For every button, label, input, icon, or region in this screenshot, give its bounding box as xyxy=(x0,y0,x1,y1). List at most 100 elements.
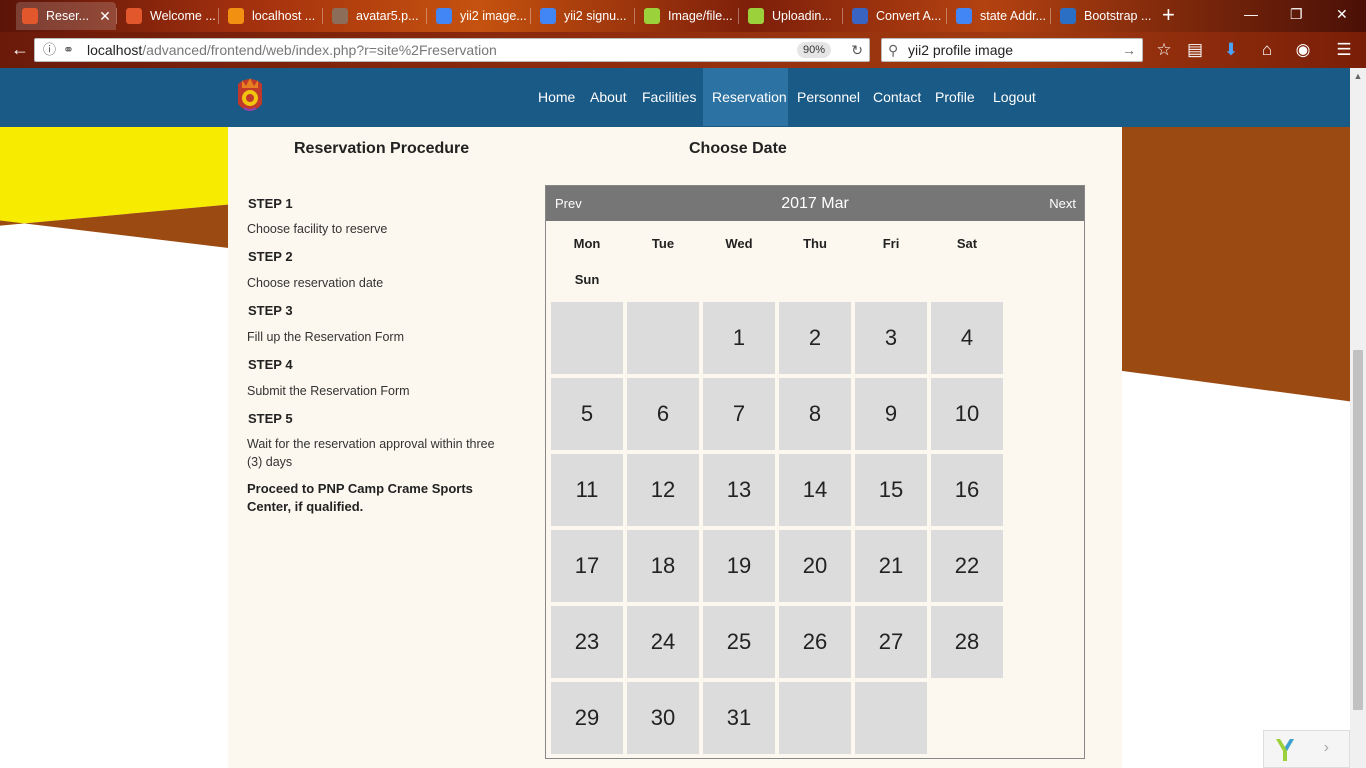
calendar-day[interactable]: 19 xyxy=(703,530,775,602)
calendar-day[interactable]: 17 xyxy=(551,530,623,602)
url-path: /advanced/frontend/web/index.php?r=site%… xyxy=(142,42,497,58)
calendar-month-title: 2017 Mar xyxy=(781,195,849,212)
calendar-day[interactable]: 14 xyxy=(779,454,851,526)
browser-tab[interactable]: yii2 signu... xyxy=(534,2,632,30)
calendar-day[interactable]: 5 xyxy=(551,378,623,450)
calendar-day[interactable]: 9 xyxy=(855,378,927,450)
browser-tab[interactable]: yii2 image... xyxy=(430,2,528,30)
calendar-day[interactable]: 25 xyxy=(703,606,775,678)
calendar-day[interactable]: 16 xyxy=(931,454,1003,526)
calendar-day[interactable]: 29 xyxy=(551,682,623,754)
search-text[interactable]: yii2 profile image xyxy=(908,39,1013,61)
pnp-logo-icon[interactable] xyxy=(234,74,266,118)
scroll-up-icon[interactable]: ▲ xyxy=(1350,68,1366,84)
address-bar[interactable]: ⓘ ⚭ localhost/advanced/frontend/web/inde… xyxy=(34,38,870,62)
nav-item-about[interactable]: About xyxy=(581,68,633,126)
new-tab-button[interactable]: + xyxy=(1162,4,1175,26)
calendar-day[interactable]: 12 xyxy=(627,454,699,526)
calendar-next-button[interactable]: Next xyxy=(1049,186,1076,221)
browser-tab[interactable]: Reser... ✕ xyxy=(16,2,116,30)
restore-icon[interactable]: ❐ xyxy=(1290,6,1303,23)
page-scrollbar[interactable]: ▲ xyxy=(1350,68,1366,768)
calendar-day[interactable]: 10 xyxy=(931,378,1003,450)
calendar-day[interactable]: 26 xyxy=(779,606,851,678)
back-arrow-icon[interactable]: ← xyxy=(7,37,33,63)
calendar-day[interactable]: 4 xyxy=(931,302,1003,374)
yii-icon xyxy=(644,8,660,24)
nav-item-profile[interactable]: Profile xyxy=(926,68,984,126)
procedure-final-note: Proceed to PNP Camp Crame Sports Center,… xyxy=(247,481,473,514)
calendar-day-empty xyxy=(855,682,927,754)
site-navbar: Home About Facilities Reservation Personnel C… xyxy=(0,68,1350,163)
url-host: localhost xyxy=(87,42,143,58)
reload-icon[interactable]: ↻ xyxy=(851,39,863,61)
bookmark-star-icon[interactable]: ☆ xyxy=(1153,39,1175,61)
calendar-day[interactable]: 18 xyxy=(627,530,699,602)
reading-list-icon[interactable]: ▤ xyxy=(1184,39,1206,61)
calendar-prev-button[interactable]: Prev xyxy=(555,186,582,221)
xampp-icon xyxy=(126,8,142,24)
nav-item-contact[interactable]: Contact xyxy=(864,68,926,126)
calendar-day[interactable]: 30 xyxy=(627,682,699,754)
calendar-header: 2017 Mar Prev Next xyxy=(546,186,1084,221)
calendar-day[interactable]: 24 xyxy=(627,606,699,678)
calendar-day[interactable]: 28 xyxy=(931,606,1003,678)
browser-tab-label: Convert A... xyxy=(876,9,942,23)
search-go-icon[interactable]: → xyxy=(1122,39,1136,61)
browser-tab[interactable]: Uploadin... xyxy=(742,2,840,30)
nav-item-reservation[interactable]: Reservation xyxy=(703,68,788,126)
browser-tab[interactable]: state Addr... xyxy=(950,2,1048,30)
bootstrap-icon xyxy=(1060,8,1076,24)
calendar-day-empty xyxy=(627,302,699,374)
nav-item-facilities[interactable]: Facilities xyxy=(633,68,703,126)
download-icon[interactable]: ⬇ xyxy=(1220,39,1242,61)
url-text[interactable]: localhost/advanced/frontend/web/index.ph… xyxy=(87,39,497,61)
calendar-day[interactable]: 1 xyxy=(703,302,775,374)
browser-tab[interactable]: Convert A... xyxy=(846,2,944,30)
zoom-indicator[interactable]: 90% xyxy=(797,42,832,58)
minimize-icon[interactable]: — xyxy=(1244,6,1258,22)
calendar-day[interactable]: 20 xyxy=(779,530,851,602)
close-tab-icon[interactable]: ✕ xyxy=(99,8,111,25)
browser-tab[interactable]: localhost ... xyxy=(222,2,320,30)
nav-item-personnel[interactable]: Personnel xyxy=(788,68,864,126)
browser-tab[interactable]: avatar5.p... xyxy=(326,2,424,30)
browser-tab[interactable]: Bootstrap ... xyxy=(1054,2,1156,30)
browser-tab[interactable]: Welcome ... xyxy=(120,2,216,30)
calendar-day[interactable]: 27 xyxy=(855,606,927,678)
calendar-day[interactable]: 22 xyxy=(931,530,1003,602)
pocket-icon[interactable]: ◉ xyxy=(1292,39,1314,61)
calendar-day[interactable]: 3 xyxy=(855,302,927,374)
browser-tab-label: localhost ... xyxy=(252,9,316,23)
step-desc: Wait for the reservation approval within… xyxy=(247,437,495,469)
calendar-day[interactable]: 23 xyxy=(551,606,623,678)
calendar-day-empty xyxy=(551,302,623,374)
nav-item-home[interactable]: Home xyxy=(529,68,581,126)
calendar-day[interactable]: 21 xyxy=(855,530,927,602)
nav-item-logout-superadmin[interactable]: Logout (superadmin) xyxy=(984,68,1124,163)
calendar-day[interactable]: 15 xyxy=(855,454,927,526)
calendar-day[interactable]: 13 xyxy=(703,454,775,526)
browser-tab[interactable]: Image/file... xyxy=(638,2,736,30)
calendar-day[interactable]: 2 xyxy=(779,302,851,374)
home-icon[interactable]: ⌂ xyxy=(1256,39,1278,61)
calendar-day[interactable]: 6 xyxy=(627,378,699,450)
calendar-day[interactable]: 11 xyxy=(551,454,623,526)
tab-separator xyxy=(116,8,117,24)
tab-separator xyxy=(842,8,843,24)
search-bar[interactable]: ⚲ yii2 profile image → xyxy=(881,38,1143,62)
chevron-right-icon[interactable]: › xyxy=(1324,739,1329,757)
choose-date-heading: Choose Date xyxy=(689,140,787,157)
yii-debug-toolbar[interactable]: › xyxy=(1263,730,1350,768)
google-icon xyxy=(956,8,972,24)
info-icon[interactable]: ⓘ xyxy=(43,39,56,61)
calendar-day[interactable]: 7 xyxy=(703,378,775,450)
close-window-icon[interactable]: ✕ xyxy=(1336,6,1348,23)
calendar-day[interactable]: 8 xyxy=(779,378,851,450)
avatar-icon xyxy=(332,8,348,24)
scroll-thumb[interactable] xyxy=(1353,350,1363,710)
tab-separator xyxy=(322,8,323,24)
calendar-day[interactable]: 31 xyxy=(703,682,775,754)
menu-hamburger-icon[interactable]: ☰ xyxy=(1333,39,1355,61)
yii-logo-icon xyxy=(1276,739,1294,761)
